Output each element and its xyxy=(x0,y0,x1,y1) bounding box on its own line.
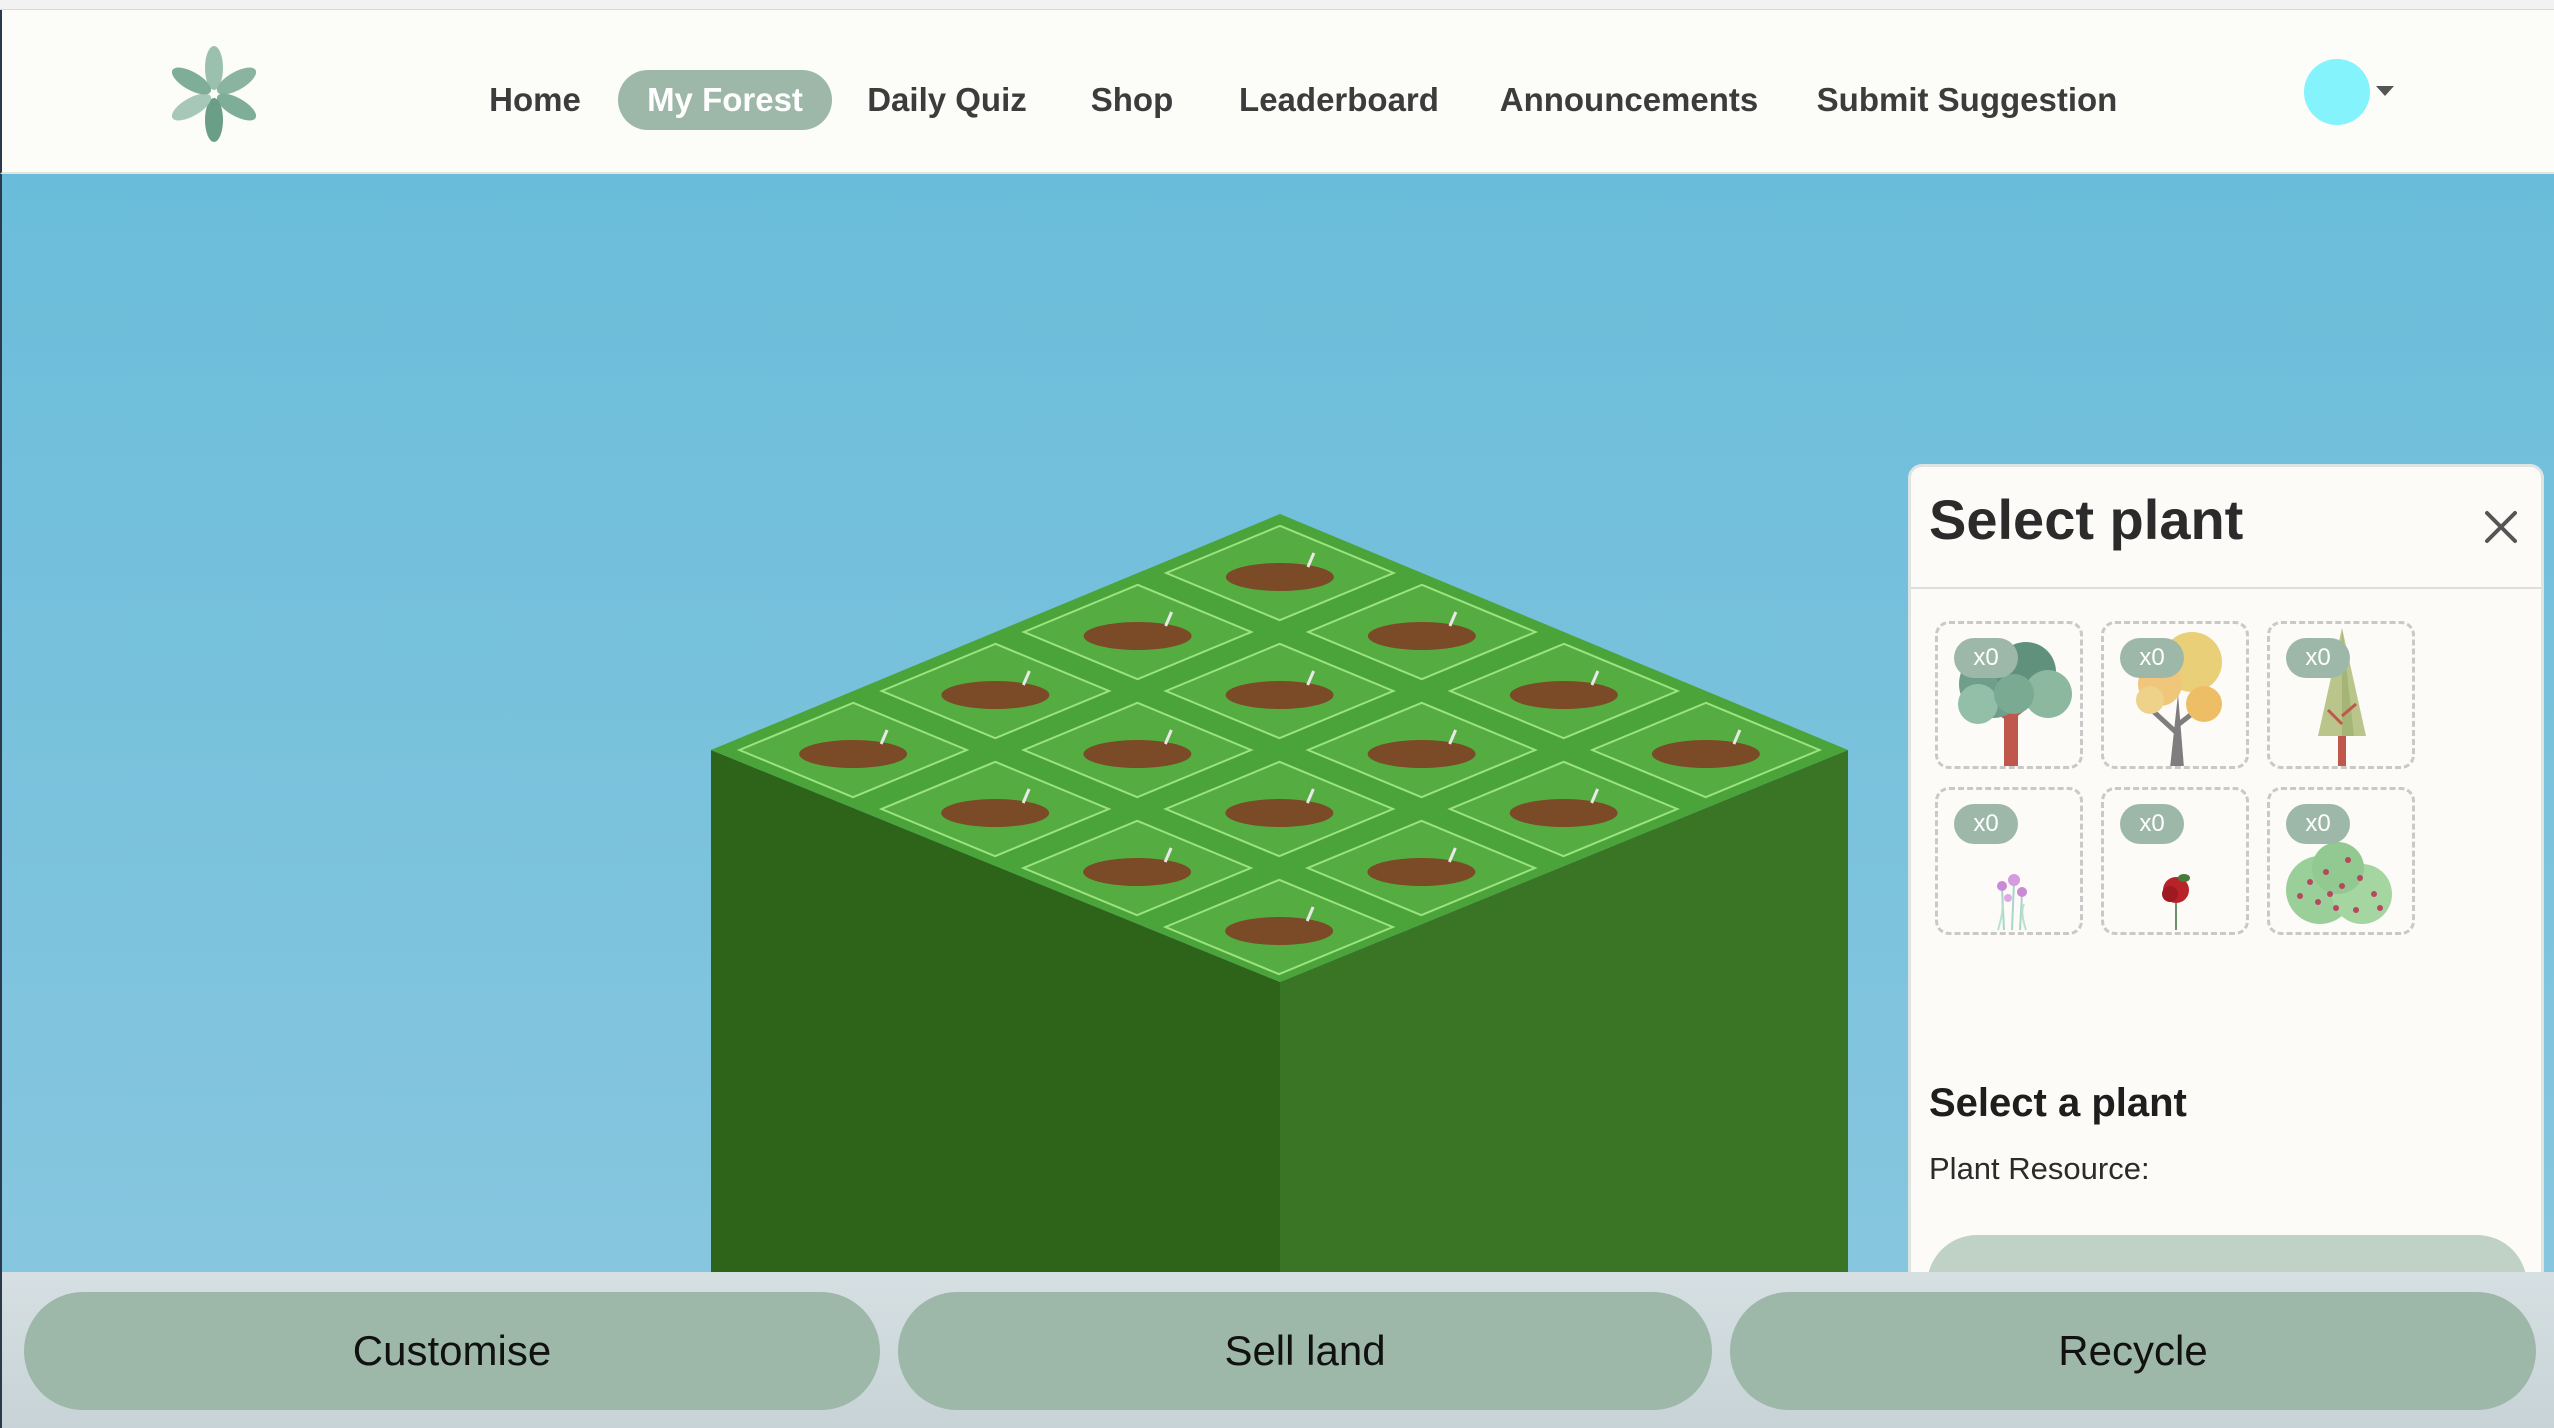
nav-daily-quiz[interactable]: Daily Quiz xyxy=(864,70,1030,130)
close-icon[interactable] xyxy=(2481,507,2521,547)
panel-title: Select plant xyxy=(1929,488,2244,551)
window-top-strip xyxy=(0,0,2554,10)
sell-land-button[interactable]: Sell land xyxy=(898,1292,1712,1410)
plant-option-pine-tree[interactable]: x0 xyxy=(2267,621,2415,769)
plant-option-purple-flowers[interactable]: x0 xyxy=(1935,787,2083,935)
soil-mound xyxy=(1225,917,1334,945)
chevron-down-icon[interactable] xyxy=(2376,86,2394,96)
avatar[interactable] xyxy=(2304,59,2370,125)
bottom-action-bar: Customise Sell land Recycle xyxy=(0,1272,2554,1428)
plant-option-yellow-tree[interactable]: x0 xyxy=(2101,621,2249,769)
soil-mound xyxy=(941,681,1050,709)
plant-count-badge: x0 xyxy=(2286,804,2350,844)
recycle-button[interactable]: Recycle xyxy=(1730,1292,2536,1410)
plant-resource-label: Plant Resource: xyxy=(1929,1151,2150,1186)
soil-mound xyxy=(1367,858,1476,886)
nav-shop[interactable]: Shop xyxy=(1084,70,1180,130)
navbar: Home My Forest Daily Quiz Shop Leaderboa… xyxy=(0,10,2554,174)
nav-home[interactable]: Home xyxy=(478,70,592,130)
plant-count-badge: x0 xyxy=(2120,638,2184,678)
soil-mound xyxy=(1225,799,1334,827)
customise-button[interactable]: Customise xyxy=(24,1292,880,1410)
soil-mound xyxy=(1083,740,1192,768)
soil-mound xyxy=(1509,681,1618,709)
soil-mound xyxy=(1225,681,1334,709)
nav-announcements[interactable]: Announcements xyxy=(1498,70,1760,130)
panel-divider xyxy=(1911,587,2541,589)
select-plant-panel: Select plant x0 x0 x0 x0 x0 x0 Select a … xyxy=(1908,464,2544,1350)
nav-leaderboard[interactable]: Leaderboard xyxy=(1234,70,1444,130)
nav-my-forest[interactable]: My Forest xyxy=(618,70,832,130)
plant-count-badge: x0 xyxy=(2120,804,2184,844)
plant-count-badge: x0 xyxy=(1954,804,2018,844)
selection-heading: Select a plant xyxy=(1929,1081,2187,1125)
plant-grid: x0 x0 x0 x0 x0 x0 xyxy=(1935,621,2435,935)
soil-mound xyxy=(799,740,908,768)
soil-mound xyxy=(1225,563,1334,591)
soil-mound xyxy=(1083,858,1192,886)
forest-scene: Select plant x0 x0 x0 x0 x0 x0 Select a … xyxy=(0,174,2554,1350)
plant-option-berry-bush[interactable]: x0 xyxy=(2267,787,2415,935)
soil-mound xyxy=(1509,799,1618,827)
soil-mound xyxy=(1083,622,1192,650)
soil-mound xyxy=(1367,740,1476,768)
plant-count-badge: x0 xyxy=(1954,638,2018,678)
soil-mound xyxy=(941,799,1050,827)
soil-mound xyxy=(1651,740,1760,768)
nav-submit-suggestion[interactable]: Submit Suggestion xyxy=(1814,70,2120,130)
plant-option-red-rose[interactable]: x0 xyxy=(2101,787,2249,935)
leaf-flower-logo-icon[interactable] xyxy=(162,42,266,146)
plant-option-green-tree[interactable]: x0 xyxy=(1935,621,2083,769)
plant-count-badge: x0 xyxy=(2286,638,2350,678)
soil-mound xyxy=(1367,622,1476,650)
